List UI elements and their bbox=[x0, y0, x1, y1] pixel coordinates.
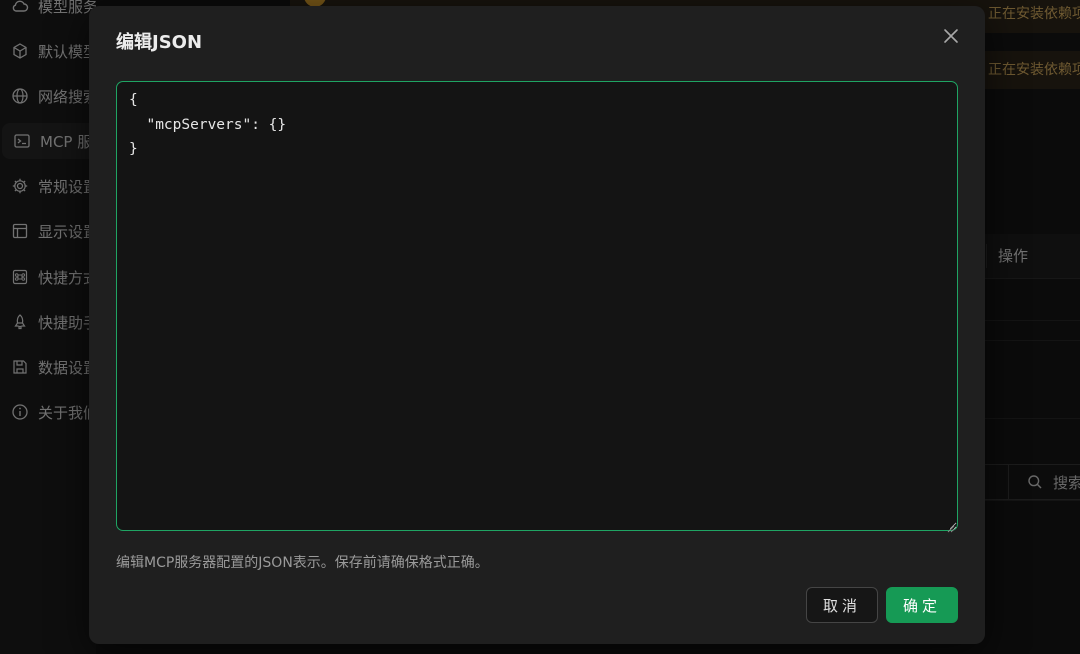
app-window: 模型服务 默认模型 网络搜索 MCP 服务器 常规设置 bbox=[0, 0, 1080, 654]
json-editor[interactable]: { "mcpServers": {} } bbox=[116, 81, 958, 531]
help-text: 编辑MCP服务器配置的JSON表示。保存前请确保格式正确。 bbox=[116, 555, 489, 571]
edit-json-dialog: 编辑JSON { "mcpServers": {} } 编辑MCP服务器配置的J… bbox=[89, 6, 985, 644]
close-button[interactable] bbox=[941, 26, 961, 46]
confirm-button[interactable]: 确定 bbox=[886, 587, 958, 623]
dialog-title: 编辑JSON bbox=[116, 32, 203, 53]
close-icon bbox=[944, 29, 958, 43]
cancel-button[interactable]: 取消 bbox=[806, 587, 878, 623]
resize-handle-icon[interactable] bbox=[945, 518, 955, 533]
